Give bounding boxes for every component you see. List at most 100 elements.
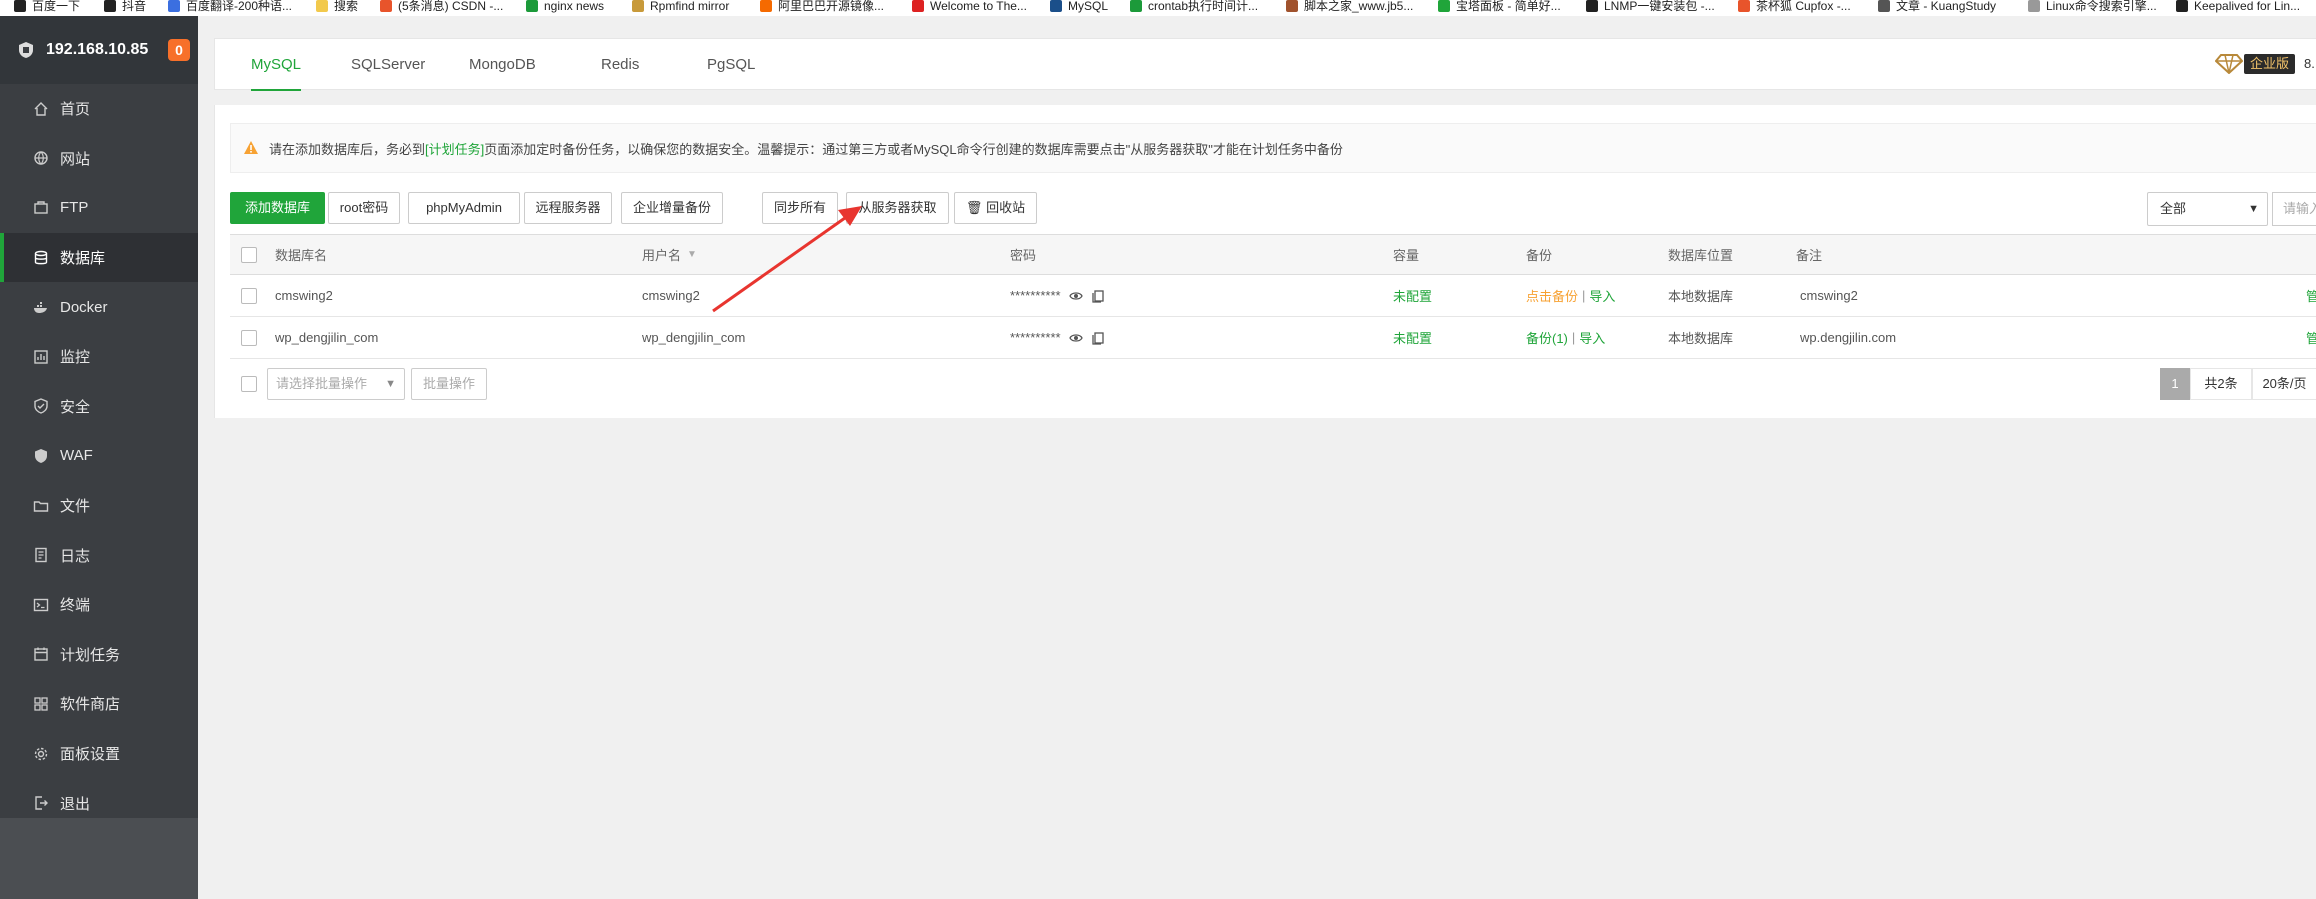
bookmark-favicon-icon [1050,0,1062,12]
bookmark-item[interactable]: LNMP一键安装包 -... [1586,0,1715,16]
bookmark-item[interactable]: 抖音 [104,0,146,16]
capacity-link[interactable]: 未配置 [1393,275,1432,316]
sidebar-item-security[interactable]: 安全 [0,382,198,432]
tab-mongodb[interactable]: MongoDB [451,39,554,91]
eye-icon[interactable] [1068,289,1083,303]
bookmark-item[interactable]: Rpmfind mirror [632,0,729,16]
filter-select[interactable]: 全部 ▼ [2147,192,2268,226]
bookmark-item[interactable]: crontab执行时间计... [1130,0,1258,16]
sidebar-item-logs[interactable]: 日志 [0,530,198,580]
bookmark-item[interactable]: 百度翻译-200种语... [168,0,292,16]
tab-redis[interactable]: Redis [583,39,657,91]
manage-link[interactable]: 管 [2306,275,2316,316]
header-cell-select [241,235,257,274]
db-note[interactable]: wp.dengjilin.com [1800,317,1896,358]
sidebar-item-home[interactable]: 首页 [0,84,198,134]
tab-mysql[interactable]: MySQL [233,39,319,91]
table-row: cmswing2 cmswing2 ********** 未配置 点击备份 | 导入 本地数据… [230,275,2316,317]
search-input[interactable]: 请输入 [2272,192,2316,226]
version-text: 8. [2304,56,2315,71]
eye-icon[interactable] [1068,331,1083,345]
bookmark-item[interactable]: Keepalived for Lin... [2176,0,2300,16]
bookmark-item[interactable]: Linux命令搜索引擎... [2028,0,2157,16]
fetch-from-server-button[interactable]: 从服务器获取 [846,192,949,224]
select-all-checkbox[interactable] [241,246,257,263]
column-name[interactable]: 数据库名 [275,235,327,274]
sync-all-button[interactable]: 同步所有 [762,192,838,224]
batch-operation-select[interactable]: 请选择批量操作 ▼ [267,368,405,400]
bookmark-favicon-icon [380,0,392,12]
tab-pgsql[interactable]: PgSQL [689,39,773,91]
sidebar-item-label: 计划任务 [60,646,121,664]
capacity-link[interactable]: 未配置 [1393,317,1432,358]
bookmark-item[interactable]: 阿里巴巴开源镜像... [760,0,884,16]
bookmark-item[interactable]: (5条消息) CSDN -... [380,0,503,16]
bookmark-favicon-icon [2176,0,2188,12]
calendar-icon [34,647,48,662]
tab-sqlserver[interactable]: SQLServer [333,39,443,91]
bookmark-label: 宝塔面板 - 简单好... [1456,0,1561,13]
bookmark-item[interactable]: MySQL [1050,0,1108,16]
batch-select-placeholder: 请选择批量操作 [276,376,368,391]
sidebar-item-database[interactable]: 数据库 [0,232,198,283]
sidebar-item-store[interactable]: 软件商店 [0,679,198,729]
root-password-button[interactable]: root密码 [328,192,400,224]
import-link[interactable]: 导入 [1579,328,1605,347]
manage-link[interactable]: 管 [2306,317,2316,358]
sidebar-item-settings[interactable]: 面板设置 [0,729,198,779]
bookmark-item[interactable]: 搜索 [316,0,358,16]
sidebar-item-terminal[interactable]: 终端 [0,580,198,630]
row-checkbox[interactable] [241,329,257,346]
bookmark-label: LNMP一键安装包 -... [1604,0,1715,13]
batch-operation-button[interactable]: 批量操作 [411,368,487,400]
sidebar-item-label: 数据库 [60,250,106,268]
sort-down-icon: ▼ [687,249,697,260]
sidebar-item-files[interactable]: 文件 [0,481,198,531]
bookmark-item[interactable]: Welcome to The... [912,0,1027,16]
copy-icon[interactable] [1091,331,1105,345]
sidebar-item-waf[interactable]: WAF [0,431,198,481]
backup-link[interactable]: 备份(1) [1526,328,1568,347]
home-icon [34,101,48,116]
recycle-bin-button[interactable]: 🗑 回收站 [954,192,1037,224]
table-header: 数据库名 用户名 ▼ 密码 容量 备份 数据库位置 备注 [230,235,2316,275]
add-database-button[interactable]: 添加数据库 [230,192,325,224]
alert-suffix: 页面添加定时备份任务，以确保您的数据安全。温馨提示：通过第三方或者MySQL命令… [484,141,1343,157]
cron-link[interactable]: [计划任务] [425,139,484,158]
bookmark-label: MySQL [1068,0,1109,13]
bookmark-favicon-icon [316,0,328,12]
page-size-select[interactable]: 20条/页 [2252,368,2316,400]
enterprise-badge[interactable]: 企业版 [2244,54,2296,74]
copy-icon[interactable] [1091,289,1105,303]
page-current[interactable]: 1 [2160,368,2190,400]
column-user[interactable]: 用户名 ▼ [642,235,697,274]
phpmyadmin-button[interactable]: phpMyAdmin [408,192,520,224]
db-note[interactable]: cmswing2 [1800,275,1858,316]
batch-checkbox[interactable] [241,376,257,392]
bookmark-item[interactable]: 百度一下 [14,0,80,16]
row-checkbox[interactable] [241,287,257,304]
sidebar-item-monitor[interactable]: 监控 [0,332,198,382]
column-location: 数据库位置 [1668,248,1734,263]
incremental-backup-button[interactable]: 企业增量备份 [621,192,723,224]
import-link[interactable]: 导入 [1589,286,1615,305]
bookmark-item[interactable]: 宝塔面板 - 简单好... [1438,0,1561,16]
remote-server-button[interactable]: 远程服务器 [524,192,612,224]
sidebar-item-ftp[interactable]: FTP [0,183,198,233]
bookmark-favicon-icon [1738,0,1750,12]
sidebar-menu: 首页 网站 FTP 数据库 Docker 监控 安全 WAF 文件日志终端计划任务软件商店 面板设… [0,84,198,828]
bookmark-item[interactable]: 茶杯狐 Cupfox -... [1738,0,1851,16]
sidebar-item-docker[interactable]: Docker [0,282,198,332]
notification-badge[interactable]: 0 [168,39,190,61]
sidebar-item-label: 文件 [60,498,91,516]
backup-link[interactable]: 点击备份 [1526,286,1578,305]
sidebar-item-label: Docker [60,298,108,316]
page-total: 共2条 [2190,368,2252,400]
sidebar-item-website[interactable]: 网站 [0,134,198,184]
sidebar-item-label: 终端 [60,597,91,615]
bookmark-label: Welcome to The... [930,0,1027,13]
sidebar-item-cron[interactable]: 计划任务 [0,630,198,680]
bookmark-item[interactable]: nginx news [526,0,604,16]
bookmark-item[interactable]: 脚本之家_www.jb5... [1286,0,1413,16]
bookmark-item[interactable]: 文章 - KuangStudy [1878,0,1996,16]
